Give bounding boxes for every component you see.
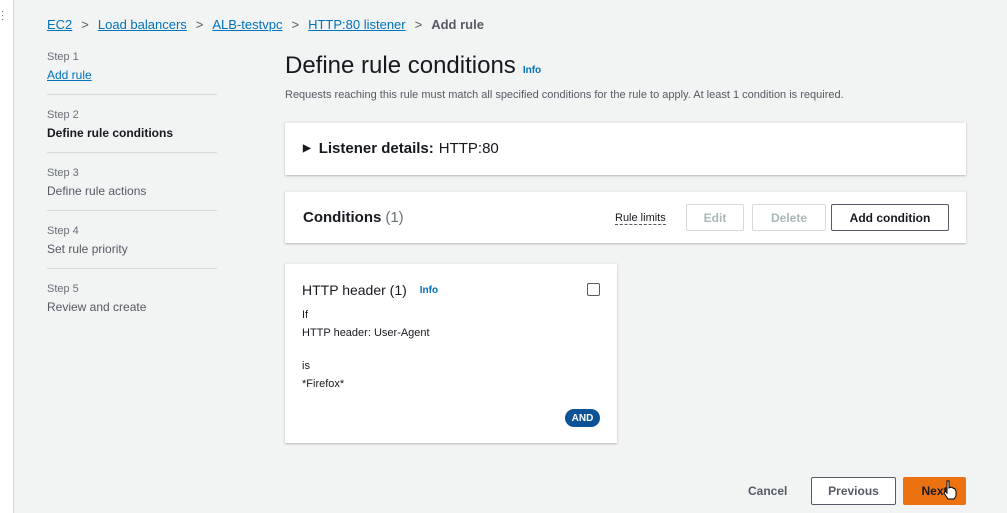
condition-if-label: If [302, 309, 309, 321]
page-description: Requests reaching this rule must match a… [285, 89, 844, 101]
listener-details-value: HTTP:80 [438, 140, 499, 157]
previous-button[interactable]: Previous [811, 477, 896, 505]
condition-card-title: HTTP header (1) [302, 282, 407, 298]
chevron-right-icon: > [291, 17, 300, 32]
and-badge: AND [565, 409, 600, 427]
step-number: Step 5 [47, 283, 79, 295]
conditions-panel: Conditions (1) Rule limits Edit Delete Ad… [285, 191, 966, 243]
page-title: Define rule conditions [285, 52, 516, 79]
step-3: Step 3 Define rule actions [47, 167, 217, 211]
listener-details-label: Listener details: [318, 140, 434, 157]
edit-button[interactable]: Edit [686, 204, 744, 231]
step-number: Step 3 [47, 167, 79, 179]
breadcrumb-load-balancers[interactable]: Load balancers [98, 17, 187, 32]
step-5: Step 5 Review and create [47, 283, 217, 326]
rule-limits-link[interactable]: Rule limits [615, 212, 666, 225]
chevron-right-icon: > [414, 17, 423, 32]
listener-details-toggle[interactable]: ▶ Listener details: HTTP:80 [303, 140, 499, 157]
listener-details-panel: ▶ Listener details: HTTP:80 [285, 122, 966, 175]
step-number: Step 2 [47, 109, 79, 121]
condition-header-field: HTTP header: User-Agent [302, 327, 430, 339]
page-header: Define rule conditions Info [285, 52, 541, 80]
conditions-title: Conditions (1) [303, 209, 404, 226]
hand-cursor-icon [943, 480, 957, 500]
step-label-current: Define rule conditions [47, 126, 174, 140]
step-link-add-rule[interactable]: Add rule [47, 68, 217, 82]
info-link[interactable]: Info [420, 285, 438, 296]
step-label: Review and create [47, 300, 147, 314]
chevron-right-icon: > [81, 17, 89, 32]
menu-dots-icon[interactable]: · · · [1, 7, 4, 25]
condition-card: HTTP header (1) Info If HTTP header: Use… [285, 263, 617, 443]
chevron-right-icon: > [195, 17, 204, 32]
step-label: Define rule actions [47, 184, 147, 198]
info-link[interactable]: Info [523, 65, 541, 76]
caret-right-icon: ▶ [303, 143, 311, 154]
breadcrumb: EC2 > Load balancers > ALB-testvpc > HTT… [47, 17, 484, 32]
conditions-count: (1) [385, 209, 404, 226]
breadcrumb-listener[interactable]: HTTP:80 listener [308, 17, 406, 32]
condition-value: *Firefox* [302, 378, 345, 390]
breadcrumb-ec2[interactable]: EC2 [47, 17, 72, 32]
breadcrumb-alb[interactable]: ALB-testvpc [212, 17, 282, 32]
condition-card-header: HTTP header (1) Info [302, 282, 438, 298]
left-rail: · · · [0, 0, 14, 513]
breadcrumb-current: Add rule [431, 17, 484, 32]
conditions-label: Conditions [303, 209, 382, 226]
step-2: Step 2 Define rule conditions [47, 109, 217, 153]
step-number: Step 4 [47, 225, 79, 237]
condition-is-label: is [302, 360, 310, 372]
step-label: Set rule priority [47, 242, 128, 256]
delete-button[interactable]: Delete [752, 204, 826, 231]
step-number: Step 1 [47, 51, 79, 63]
wizard-steps: Step 1 Add rule Step 2 Define rule condi… [47, 51, 217, 340]
cancel-button[interactable]: Cancel [748, 484, 787, 498]
add-condition-button[interactable]: Add condition [831, 204, 949, 231]
step-4: Step 4 Set rule priority [47, 225, 217, 269]
condition-select-checkbox[interactable] [587, 283, 600, 296]
step-1: Step 1 Add rule [47, 51, 217, 95]
